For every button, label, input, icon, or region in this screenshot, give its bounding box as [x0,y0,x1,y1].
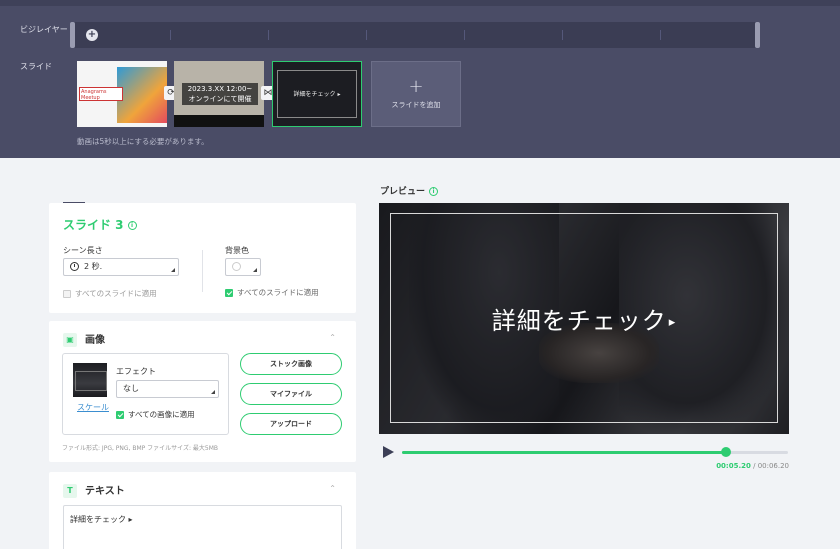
text-section-title: テキスト [85,486,125,497]
dropdown-corner-icon [211,390,215,394]
text-content-input[interactable]: 詳細をチェック ▸ [63,505,342,549]
scene-length-label: シーン長さ [63,246,103,255]
slide-row-label: スライド [20,62,52,71]
preview-caption: 詳細をチェック ▸ [379,301,789,336]
info-icon[interactable]: i [127,221,137,230]
image-settings-card: ▣ 画像 ⌃ スケール エフェクト なし すべての画像に適用 ストック画像 マイフ… [49,321,356,462]
effect-select[interactable]: なし [116,380,219,398]
track-segment-marker [660,30,661,40]
chevron-up-icon[interactable]: ⌃ [329,333,336,342]
track-segment-marker [562,30,563,40]
plus-icon: + [408,76,424,97]
slide-2-online-text: オンラインにて開催 [188,95,252,103]
upload-button[interactable]: アップロード [240,413,342,435]
preview-caption-text: 詳細をチェック [491,307,667,335]
current-time: 00:05.20 [716,462,751,470]
apply-all-images[interactable]: すべての画像に適用 [116,409,195,420]
preview-canvas: 詳細をチェック ▸ [379,203,789,434]
add-slide-label: スライドを追加 [391,101,441,109]
bg-player-row-label: ビジレイヤー [20,25,68,34]
apply-all-slides-duration[interactable]: すべてのスライドに適用 [63,288,157,299]
slide-1-image [117,67,167,123]
bg-color-select[interactable] [225,258,261,276]
chevron-up-icon[interactable]: ⌃ [329,484,336,493]
timeline-panel: ビジレイヤー + スライド Anagrams Meetup ⟳ 2023.3.X… [0,0,840,158]
dropdown-corner-icon [171,268,175,272]
bg-color-label: 背景色 [225,246,249,255]
scene-length-select[interactable]: 2 秒. [63,258,179,276]
checkbox-checked-icon[interactable] [116,411,124,419]
preview-label: プレビュー i [380,184,439,197]
bg-player-track[interactable]: + [70,22,760,48]
add-slide-button[interactable]: + スライドを追加 [371,61,461,127]
image-section-header[interactable]: ▣ 画像 [63,331,105,347]
vertical-divider [202,250,203,292]
play-icon[interactable] [383,446,394,458]
image-icon: ▣ [63,333,77,347]
clock-icon [70,262,79,271]
duration-notice: 動画は5秒以上にする必要があります。 [77,137,209,146]
apply-all-images-label: すべての画像に適用 [128,410,195,419]
timeline-top-strip [0,0,840,6]
scale-link[interactable]: スケール [77,402,109,413]
image-section-title: 画像 [85,335,105,346]
color-swatch-icon [232,262,241,271]
playback-progress-bar[interactable] [402,447,788,457]
slide-3-caption: 詳細をチェック ▸ [277,70,357,118]
file-format-note: ファイル形式: JPG, PNG, BMP ファイルサイズ: 最大5MB [62,445,219,452]
total-time: 00:06.20 [757,462,789,470]
my-file-button[interactable]: マイファイル [240,383,342,405]
track-end-handle[interactable] [755,22,760,48]
text-section-header[interactable]: T テキスト [63,482,125,498]
preview-label-text: プレビュー [380,187,426,197]
slide-2-date-text: 2023.3.XX 12:00~ [187,85,253,93]
caption-arrow: ▸ [668,314,677,330]
stock-image-button[interactable]: ストック画像 [240,353,342,375]
checkbox-checked-icon[interactable] [225,289,233,297]
apply-all-slides-duration-label: すべてのスライドに適用 [75,289,157,298]
add-bg-music-plus-icon[interactable]: + [86,29,98,41]
current-image-thumbnail[interactable] [73,363,107,397]
time-separator: / [750,462,758,470]
slide-thumbnail-3-selected[interactable]: 詳細をチェック ▸ [272,61,362,127]
playback-time: 00:05.20 / 00:06.20 [716,462,789,470]
slide-thumbnail-1[interactable]: Anagrams Meetup [77,61,167,127]
slide-settings-card: スライド 3i シーン長さ 2 秒. すべてのスライドに適用 背景色 すべてのス… [49,203,356,313]
track-start-handle[interactable] [70,22,75,48]
image-edit-box: スケール エフェクト なし すべての画像に適用 [62,353,229,435]
text-icon: T [63,484,77,498]
info-icon[interactable]: i [429,187,439,196]
track-segment-marker [366,30,367,40]
slide-2-bottom-bar [174,115,264,127]
progress-knob[interactable] [720,447,731,457]
progress-fill [402,451,726,454]
slide-settings-title: スライド 3i [63,216,137,233]
effect-label: エフェクト [116,367,156,376]
checkbox-unchecked-icon[interactable] [63,290,71,298]
scene-length-value: 2 秒. [84,262,103,271]
text-settings-card: T テキスト ⌃ 詳細をチェック ▸ [49,472,356,549]
apply-all-slides-bgcolor[interactable]: すべてのスライドに適用 [225,287,319,298]
slide-thumbnail-2[interactable]: 2023.3.XX 12:00~ オンラインにて開催 [174,61,264,127]
effect-value: なし [123,384,139,393]
track-segment-marker [464,30,465,40]
dropdown-corner-icon [253,268,257,272]
apply-all-slides-bgcolor-label: すべてのスライドに適用 [237,288,319,297]
slide-title-text: スライド 3 [63,218,124,232]
slide-2-text-band: 2023.3.XX 12:00~ オンラインにて開催 [182,83,258,105]
slide-1-title: Anagrams Meetup [79,87,123,101]
track-segment-marker [268,30,269,40]
track-segment-marker [170,30,171,40]
